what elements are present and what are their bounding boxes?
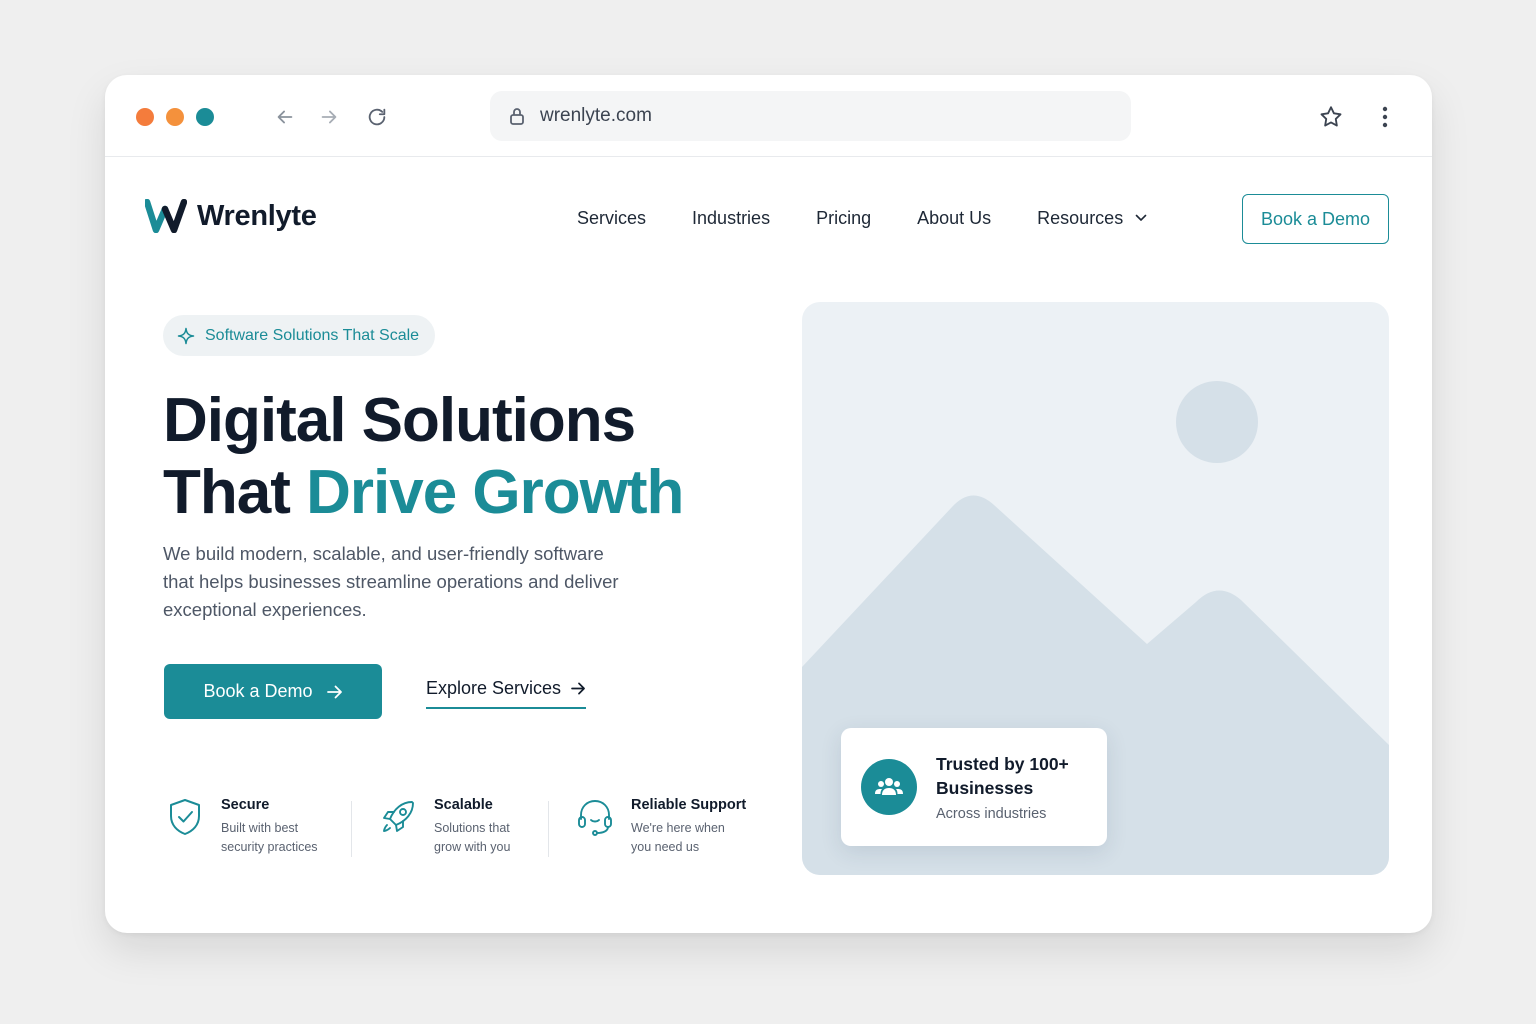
eyebrow-badge: Software Solutions That Scale — [163, 315, 436, 356]
explore-services-label: Explore Services — [426, 678, 562, 698]
arrow-right-icon — [571, 682, 586, 695]
feature-desc-line: security practices — [221, 840, 318, 854]
trust-card: Trusted by 100+ Businesses Across indust… — [841, 728, 1107, 846]
more-menu-icon[interactable] — [1370, 102, 1400, 132]
hero-book-demo-label: Book a Demo — [203, 681, 313, 701]
nav-item-resources-label: Resources — [1037, 207, 1124, 228]
headline-accent: Drive Growth — [306, 458, 684, 527]
feature-title: Secure — [221, 797, 270, 813]
shield-check-icon — [165, 797, 205, 837]
trust-card-subtitle: Across industries — [936, 806, 1047, 822]
brand-logo[interactable]: Wrenlyte — [145, 199, 317, 233]
feature-scalable: Scalable Solutions that grow with you — [352, 797, 548, 857]
header-book-demo-button[interactable]: Book a Demo — [1242, 194, 1389, 244]
main-nav: Services Industries Pricing About Us Res… — [577, 207, 1147, 229]
rocket-icon — [378, 797, 418, 837]
nav-item-services[interactable]: Services — [577, 207, 646, 229]
feature-secure: Secure Built with best security practice… — [165, 797, 351, 857]
feature-title: Scalable — [434, 797, 493, 813]
browser-toolbar: wrenlyte.com — [105, 75, 1432, 157]
eyebrow-text: Software Solutions That Scale — [205, 326, 420, 344]
feature-desc-line: Built with best — [221, 821, 299, 835]
brand-name: Wrenlyte — [197, 199, 317, 232]
hero-subcopy: We build modern, scalable, and user-frie… — [163, 543, 619, 620]
forward-arrow-icon[interactable] — [315, 103, 343, 131]
hero-book-demo-button[interactable]: Book a Demo — [164, 664, 382, 719]
bookmark-star-icon[interactable] — [1316, 102, 1346, 132]
address-bar[interactable]: wrenlyte.com — [490, 91, 1131, 141]
browser-window: wrenlyte.com Wrenlyte Services Industrie… — [105, 75, 1432, 933]
nav-item-pricing[interactable]: Pricing — [816, 207, 871, 229]
back-arrow-icon[interactable] — [271, 103, 299, 131]
window-minimize-dot[interactable] — [166, 108, 184, 126]
nav-item-about-us[interactable]: About Us — [917, 207, 991, 229]
headset-icon — [575, 797, 615, 837]
feature-reliable-support: Reliable Support We're here when you nee… — [549, 797, 746, 857]
headline-line-1: Digital Solutions — [163, 386, 636, 455]
explore-services-link[interactable]: Explore Services — [426, 678, 587, 709]
feature-title: Reliable Support — [631, 797, 747, 813]
arrow-right-icon — [326, 685, 343, 699]
users-group-icon — [861, 759, 917, 815]
window-maximize-dot[interactable] — [196, 108, 214, 126]
url-text: wrenlyte.com — [540, 105, 652, 126]
wrenlyte-logo-icon — [145, 199, 187, 233]
sparkle-icon — [177, 327, 195, 345]
feature-desc-line: you need us — [631, 840, 700, 854]
feature-list: Secure Built with best security practice… — [165, 797, 746, 857]
nav-item-resources[interactable]: Resources — [1037, 207, 1147, 229]
hero-headline: Digital Solutions That Drive Growth — [163, 385, 684, 529]
nav-item-industries[interactable]: Industries — [692, 207, 770, 229]
window-close-dot[interactable] — [136, 108, 154, 126]
trust-card-title: Trusted by 100+ Businesses — [936, 754, 1069, 798]
lock-icon — [508, 106, 526, 126]
reload-icon[interactable] — [363, 103, 391, 131]
feature-desc-line: We're here when — [631, 821, 725, 835]
feature-desc-line: grow with you — [434, 840, 511, 854]
feature-desc-line: Solutions that — [434, 821, 510, 835]
headline-line-2-plain: That — [163, 458, 307, 527]
chevron-down-icon — [1135, 214, 1147, 222]
